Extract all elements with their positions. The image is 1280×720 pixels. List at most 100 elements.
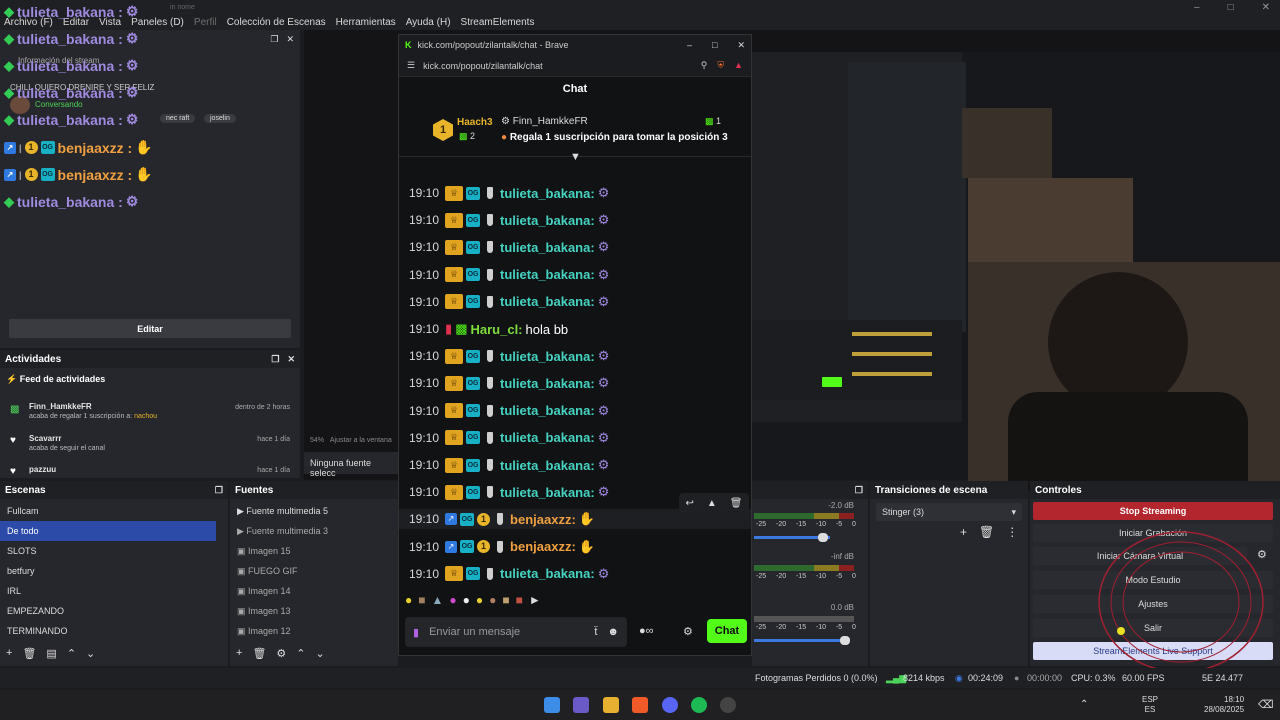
more-icon[interactable]: ⋮ (1006, 525, 1018, 539)
emote-icon[interactable]: ► (529, 593, 541, 607)
add-icon[interactable]: + (6, 647, 12, 660)
trash-icon[interactable]: 🗑 (252, 647, 266, 660)
send-chat-button[interactable]: Chat (707, 619, 747, 643)
chat-message[interactable]: 19:10 ♕ OG tulieta_bakana: ⚙ (409, 428, 609, 448)
file-explorer-icon[interactable] (603, 697, 619, 713)
chat-username[interactable]: tulieta_bakana: (500, 566, 595, 581)
delete-icon[interactable]: 🗑 (730, 498, 743, 509)
url-field[interactable]: kick.com/popout/zilantalk/chat (423, 61, 543, 71)
menu-ayuda[interactable]: Ayuda (H) (406, 17, 451, 28)
float-icon[interactable]: ❐ (271, 354, 279, 365)
mic-icon[interactable]: ▮ (413, 626, 419, 639)
users-icon[interactable]: ●∞ (639, 625, 654, 637)
slider-handle[interactable] (840, 636, 850, 645)
chat-message[interactable]: 19:10 ▮ ▩ Haru_cl: hola bb (409, 319, 568, 339)
chat-message[interactable]: 19:10 ♕ OG tulieta_bakana: ⚙ (409, 455, 609, 475)
source-item[interactable]: ▶ Fuente multimedia 3 (230, 521, 398, 541)
translate-icon[interactable]: ẗ (594, 626, 597, 638)
source-item[interactable]: ▣ FUEGO GIF (230, 561, 398, 581)
scene-item[interactable]: IRL (0, 581, 216, 601)
zoom-icon[interactable]: ⚲ (701, 60, 708, 71)
close-icon[interactable]: ✕ (737, 40, 745, 51)
add-icon[interactable]: + (960, 525, 967, 539)
brave-icon[interactable] (632, 697, 648, 713)
emote-icon[interactable]: ● (405, 593, 412, 607)
clock[interactable]: 18:10 28/08/2025 (1204, 695, 1244, 715)
chat-username[interactable]: tulieta_bakana: (500, 430, 595, 445)
gifter-user[interactable]: ⚙ Finn_HamkkeFR (501, 116, 588, 127)
chat-username[interactable]: tulieta_bakana: (500, 186, 595, 201)
close-panel-icon[interactable]: ✕ (286, 34, 294, 45)
volume-slider[interactable] (754, 639, 850, 642)
chat-message[interactable]: 19:10 ♕ OG tulieta_bakana: ⚙ (409, 401, 609, 421)
chat-username[interactable]: tulieta_bakana: (500, 403, 595, 418)
close-icon[interactable]: ✕ (1262, 2, 1270, 13)
float-icon[interactable]: ❐ (270, 34, 278, 45)
brave-rewards-icon[interactable]: ▲ (734, 60, 743, 71)
menu-herramientas[interactable]: Herramientas (336, 17, 396, 28)
source-item[interactable]: ▣ Imagen 12 (230, 621, 398, 641)
emote-icon[interactable]: ● (476, 593, 483, 607)
stop-streaming-button[interactable]: Stop Streaming (1033, 502, 1273, 520)
source-item[interactable]: ▣ Imagen 13 (230, 601, 398, 621)
trash-icon[interactable]: 🗑 (979, 525, 994, 539)
source-item[interactable]: ▣ Imagen 14 (230, 581, 398, 601)
chevron-up-icon[interactable]: ⌃ (1080, 699, 1088, 710)
up-icon[interactable]: ⌃ (296, 647, 305, 660)
emote-icon[interactable]: ● (463, 593, 470, 607)
chat-message[interactable]: 19:10 ♕ OG tulieta_bakana: ⚙ (409, 564, 609, 584)
obs-icon[interactable] (720, 697, 736, 713)
trash-icon[interactable]: 🗑 (22, 647, 36, 660)
float-icon[interactable]: ❐ (215, 485, 223, 496)
minimize-icon[interactable]: – (1194, 2, 1200, 13)
scene-item[interactable]: betfury (0, 561, 216, 581)
gift-cta[interactable]: ● Regala 1 suscripción para tomar la pos… (501, 132, 728, 143)
menu-escenas[interactable]: Colección de Escenas (227, 17, 326, 28)
expand-icon[interactable]: ▼ (570, 151, 581, 163)
chat-username[interactable]: tulieta_bakana: (500, 294, 595, 309)
transition-select[interactable]: Stinger (3) ▾ (876, 503, 1022, 521)
emote-icon[interactable]: ▲ (432, 593, 444, 607)
chat-username[interactable]: benjaaxzz: (510, 512, 576, 527)
app-icon[interactable] (573, 697, 589, 713)
chat-username[interactable]: tulieta_bakana: (500, 240, 595, 255)
gear-icon[interactable]: ⚙ (276, 647, 286, 660)
chat-username[interactable]: tulieta_bakana: (500, 485, 595, 500)
chat-username[interactable]: tulieta_bakana: (500, 213, 595, 228)
rank-user[interactable]: Haach3 (457, 117, 493, 128)
emote-icon[interactable]: ● (449, 593, 456, 607)
chat-message[interactable]: 19:10 ♕ OG tulieta_bakana: ⚙ (409, 373, 609, 393)
chat-message[interactable]: 19:10 ♕ OG tulieta_bakana: ⚙ (409, 237, 609, 257)
fit-window-label[interactable]: Ajustar a la ventana (330, 437, 392, 444)
scene-item-selected[interactable]: De todo (0, 521, 216, 541)
chat-message[interactable]: 19:10 ♕ OG tulieta_bakana: ⚙ (409, 482, 609, 502)
chat-username[interactable]: tulieta_bakana: (500, 458, 595, 473)
brave-shield-icon[interactable]: ⛨ (717, 60, 724, 71)
menu-streamelements[interactable]: StreamElements (461, 17, 535, 28)
chat-message[interactable]: 19:10 ♕ OG tulieta_bakana: ⚙ (409, 265, 609, 285)
chat-message[interactable]: 19:10 ♕ OG tulieta_bakana: ⚙ (409, 183, 609, 203)
start-icon[interactable] (544, 697, 560, 713)
discord-icon[interactable] (662, 697, 678, 713)
chat-message[interactable]: 19:10 ♕ OG tulieta_bakana: ⚙ (409, 210, 609, 230)
chat-username[interactable]: tulieta_bakana: (500, 267, 595, 282)
menu-paneles[interactable]: Paneles (D) (131, 17, 184, 28)
chat-message[interactable]: 19:10 ♕ OG tulieta_bakana: ⚙ (409, 346, 609, 366)
scene-item[interactable]: EMPEZANDO (0, 601, 216, 621)
edit-button[interactable]: Editar (9, 319, 291, 338)
slider-handle[interactable] (818, 533, 828, 542)
source-item[interactable]: ▶ Fuente multimedia 5 (230, 501, 398, 521)
chat-username[interactable]: tulieta_bakana: (500, 376, 595, 391)
maximize-icon[interactable]: □ (712, 40, 717, 51)
maximize-icon[interactable]: □ (1228, 2, 1234, 13)
emote-icon[interactable]: ■ (418, 593, 425, 607)
spotify-icon[interactable] (691, 697, 707, 713)
gear-icon[interactable]: ⚙ (683, 625, 693, 638)
menu-perfil[interactable]: Perfil (194, 17, 217, 28)
scene-item[interactable]: TERMINANDO (0, 621, 216, 641)
scene-item[interactable]: SLOTS (0, 541, 216, 561)
emoji-icon[interactable]: ☻ (607, 626, 619, 638)
scene-item[interactable]: Fullcam (0, 501, 216, 521)
language-indicator[interactable]: ESP ES (1142, 695, 1158, 715)
emote-icon[interactable]: ● (489, 593, 496, 607)
